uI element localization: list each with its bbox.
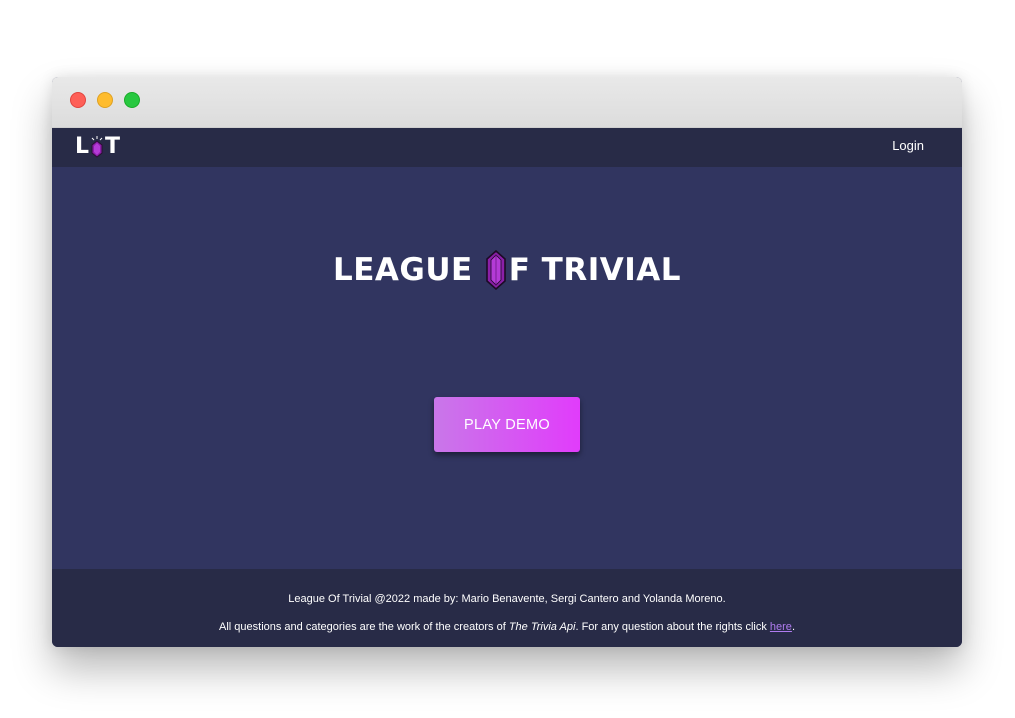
footer-rights-prefix: All questions and categories are the wor… xyxy=(219,621,509,633)
title-part-league: LEAGUE xyxy=(332,252,473,288)
login-link[interactable]: Login xyxy=(892,138,924,153)
footer-rights-middle: . For any question about the rights clic… xyxy=(575,621,770,633)
logo-letter-t: T xyxy=(105,134,121,159)
maximize-window-button[interactable] xyxy=(124,92,140,108)
close-window-button[interactable] xyxy=(70,92,86,108)
rights-here-link[interactable]: here xyxy=(770,621,792,633)
trivia-api-name: The Trivia Api xyxy=(508,621,576,633)
footer-rights-notice: All questions and categories are the wor… xyxy=(52,621,962,633)
logo-letter-l: L xyxy=(75,134,90,159)
window-titlebar xyxy=(52,77,962,128)
navbar: L T Login xyxy=(52,128,962,167)
title-part-f-trivial: F TRIVIAL xyxy=(508,252,681,288)
site-logo[interactable]: L T xyxy=(75,134,120,160)
footer-credits: League Of Trivial @2022 made by: Mario B… xyxy=(288,593,726,605)
play-demo-button[interactable]: PLAY DEMO xyxy=(434,397,580,452)
page-title: LEAGUE F TRIVIAL xyxy=(52,250,962,290)
footer-rights-suffix: . xyxy=(791,621,795,633)
gem-icon xyxy=(91,136,103,158)
minimize-window-button[interactable] xyxy=(97,92,113,108)
footer: League Of Trivial @2022 made by: Mario B… xyxy=(52,569,962,647)
browser-window: L T Login LEAGUE F TRIVIAL PLAY DEMO Lea… xyxy=(52,77,962,647)
hero-section: LEAGUE F TRIVIAL PLAY DEMO xyxy=(52,167,962,569)
gem-icon xyxy=(485,250,506,290)
